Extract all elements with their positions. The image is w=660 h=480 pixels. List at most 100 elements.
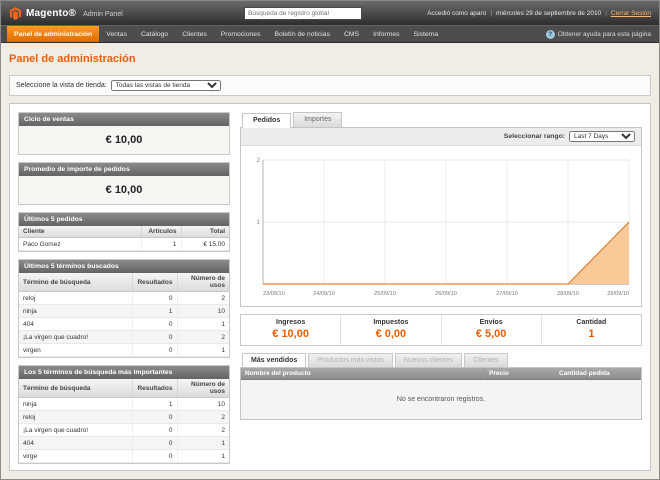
totals-bar: Ingresos € 10,00 Impuestos € 0,00 Envíos… [240,314,642,346]
chart-tabs: Pedidos Importes [240,112,642,127]
col-header: Resultados [133,379,177,398]
col-header: Cantidad pedida [555,368,641,380]
col-header: Nombre del producto [241,368,485,380]
last-orders-box: Últimos 5 pedidos Cliente Artículos Tota… [18,212,230,252]
total-cell: Ingresos € 10,00 [241,315,341,345]
chart-toolbar: Seleccionar rango: Last 7 Days [241,128,641,146]
svg-text:29/09/10: 29/09/10 [607,291,629,297]
last-search-title: Últimos 5 términos buscados [19,260,229,273]
help-link[interactable]: ? Obtener ayuda para esta página [546,26,659,42]
order-row[interactable]: Paco Gomez 1 € 15.00 [19,238,229,251]
logo-text: Magento® [26,8,76,19]
orders-chart-panel: Seleccionar rango: Last 7 Days 23/09/10 2… [240,127,642,307]
col-header: Precio [485,368,555,380]
nav-item[interactable]: Sistema [407,26,446,42]
nav-item[interactable]: Promociones [214,26,268,42]
nav-item[interactable]: CMS [337,26,366,42]
store-switcher: Seleccione la vista de tienda: Todas las… [9,75,651,96]
col-header: Término de búsqueda [19,273,133,292]
total-value: 1 [542,328,641,340]
search-term-row[interactable]: ninja 1 10 [19,305,229,318]
magento-admin-window: Magento® Admin Panel Accedió como aparo … [0,0,660,480]
search-term-row[interactable]: 404 0 1 [19,437,229,450]
magento-logo-icon [9,7,22,20]
nav-item[interactable]: Boletín de noticias [267,26,337,42]
col-header: Número de usos [177,273,229,292]
total-label: Impuestos [341,319,440,326]
search-term-row[interactable]: 404 0 1 [19,318,229,331]
nav-item[interactable]: Ventas [99,26,134,42]
store-view-label: Seleccione la vista de tienda: [16,82,107,89]
total-label: Ingresos [241,319,340,326]
search-term-row[interactable]: ¡La virgen que cuadro! 0 2 [19,331,229,344]
dashboard-panel: Ciclo de ventas € 10,00 Promedio de impo… [9,103,651,471]
average-orders-title: Promedio de importe de pedidos [19,163,229,176]
logout-link[interactable]: Cerrar Sesión [611,10,651,17]
tab-pedidos[interactable]: Pedidos [242,113,291,128]
col-header: Término de búsqueda [19,379,133,398]
average-orders-box: Promedio de importe de pedidos € 10,00 [18,162,230,205]
range-select[interactable]: Last 7 Days [569,131,635,142]
lifetime-sales-box: Ciclo de ventas € 10,00 [18,112,230,155]
products-table: Nombre del producto Precio Cantidad pedi… [241,368,641,380]
orders-chart: 23/09/1024/09/1025/09/1026/09/1027/09/10… [241,146,641,306]
nav-item[interactable]: Clientes [175,26,214,42]
nav-item[interactable]: Panel de administración [7,26,99,42]
svg-text:1: 1 [257,220,261,226]
svg-text:28/09/10: 28/09/10 [557,291,579,297]
total-value: € 5,00 [442,328,541,340]
dashboard-right-column: Pedidos Importes Seleccionar rango: Last… [240,112,642,462]
total-value: € 10,00 [241,328,340,340]
orders-chart-svg: 23/09/1024/09/1025/09/1026/09/1027/09/10… [249,152,635,300]
total-label: Envíos [442,319,541,326]
last-search-box: Últimos 5 términos buscados Término de b… [18,259,230,358]
total-value: € 0,00 [341,328,440,340]
last-orders-table: Cliente Artículos Total Paco Gomez 1 € 1… [19,226,229,251]
col-header: Total [181,226,229,238]
current-date: miércoles 29 de septiembre de 2010 [496,10,601,17]
search-term-row[interactable]: virge 0 1 [19,450,229,463]
svg-text:27/09/10: 27/09/10 [496,291,518,297]
top-search-table: Término de búsqueda Resultados Número de… [19,379,229,463]
total-cell: Cantidad 1 [542,315,641,345]
grid-tab[interactable]: Clientes [464,353,507,367]
search-term-row[interactable]: ¡La virgen que cuadro! 0 2 [19,424,229,437]
global-search-input[interactable] [244,7,362,20]
store-view-select[interactable]: Todas las vistas de tienda [111,80,221,91]
page-title: Panel de administración [9,53,651,65]
logged-in-as: Accedió como aparo [427,10,486,17]
grid-tab[interactable]: Nuevos clientes [395,353,462,367]
main-nav: Panel de administraciónVentasCatálogoCli… [1,25,659,43]
logo-subtitle: Admin Panel [83,11,123,18]
help-icon: ? [546,30,555,39]
search-term-row[interactable]: virgen 0 1 [19,344,229,357]
total-label: Cantidad [542,319,641,326]
grid-tabs: Más vendidosProductos más vistosNuevos c… [240,353,642,367]
col-header: Artículos [141,226,181,238]
total-cell: Impuestos € 0,00 [341,315,441,345]
col-header: Resultados [133,273,177,292]
tab-importes[interactable]: Importes [293,112,342,127]
top-header: Magento® Admin Panel Accedió como aparo … [1,1,659,25]
nav-item[interactable]: Catálogo [134,26,175,42]
magento-logo: Magento® Admin Panel [9,7,179,20]
help-label: Obtener ayuda para esta página [558,31,651,38]
empty-message: No se encontraron registros. [241,380,641,419]
range-label: Seleccionar rango: [504,133,565,140]
search-term-row[interactable]: ninja 1 10 [19,398,229,411]
search-term-row[interactable]: reloj 0 2 [19,411,229,424]
grid-tab[interactable]: Más vendidos [242,353,306,367]
col-header: Cliente [19,226,141,238]
svg-text:25/09/10: 25/09/10 [374,291,396,297]
dashboard-left-column: Ciclo de ventas € 10,00 Promedio de impo… [18,112,230,462]
average-orders-value: € 10,00 [19,176,229,204]
grid-tab[interactable]: Productos más vistos [308,353,393,367]
products-grid: Nombre del producto Precio Cantidad pedi… [240,367,642,420]
top-search-title: Los 5 términos de búsqueda más important… [19,366,229,379]
search-term-row[interactable]: reloj 0 2 [19,292,229,305]
svg-text:2: 2 [257,158,261,164]
col-header: Número de usos [177,379,229,398]
total-cell: Envíos € 5,00 [442,315,542,345]
nav-item[interactable]: Informes [366,26,406,42]
svg-text:23/09/10: 23/09/10 [263,291,285,297]
